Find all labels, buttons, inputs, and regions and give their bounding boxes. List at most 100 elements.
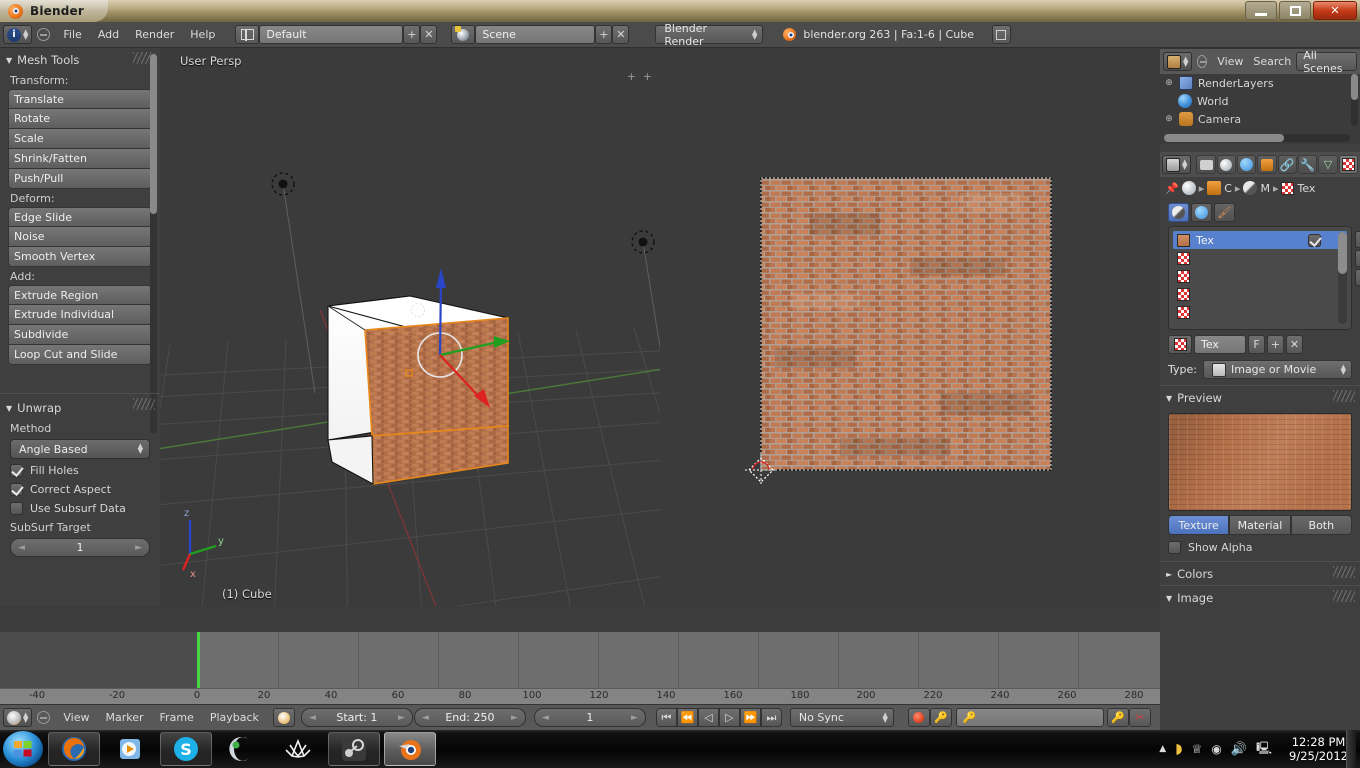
tool-loop-cut-and-slide[interactable]: Loop Cut and Slide <box>8 345 152 365</box>
tab-constraints[interactable]: 🔗 <box>1277 155 1298 174</box>
close-button[interactable]: ✕ <box>1313 1 1357 20</box>
move-slot-down-button[interactable]: ▼ <box>1355 250 1360 267</box>
timeline-menu-playback[interactable]: Playback <box>202 708 267 727</box>
toolshelf-scrollbar[interactable] <box>150 54 157 434</box>
tool-extrude-individual[interactable]: Extrude Individual <box>8 305 152 325</box>
timeline-menu-frame[interactable]: Frame <box>152 708 202 727</box>
panel-header-image[interactable]: ▼ Image <box>1160 586 1360 606</box>
outliner-menu-search[interactable]: Search <box>1248 52 1296 71</box>
correct-aspect-checkbox[interactable] <box>10 483 23 496</box>
taskbar-clock[interactable]: 12:28 PM 9/25/2012 <box>1281 735 1356 763</box>
checkbox-row-use-subsurf-data[interactable]: Use Subsurf Data <box>0 499 160 518</box>
tool-noise[interactable]: Noise <box>8 227 152 247</box>
tool-scale[interactable]: Scale <box>8 129 152 149</box>
firefox-taskbar-icon[interactable] <box>48 732 100 766</box>
moon-taskbar-icon[interactable] <box>216 732 268 766</box>
timeline-editor[interactable]: -40 -20 0 20 40 60 80 100 120 140 160 18… <box>0 606 1160 730</box>
texture-slot-enabled-checkbox[interactable] <box>1308 233 1321 247</box>
previous-keyframe-button[interactable]: ⏪ <box>676 708 698 727</box>
timeline-menu-marker[interactable]: Marker <box>98 708 152 727</box>
next-keyframe-button[interactable]: ⏩ <box>739 708 761 727</box>
outliner-display-mode-dropdown[interactable]: All Scenes <box>1296 49 1357 75</box>
insert-keyframe-button[interactable]: 🔑 <box>1106 708 1129 727</box>
tool-edge-slide[interactable]: Edge Slide <box>8 207 152 227</box>
crown-icon[interactable]: ♕ <box>1192 742 1203 756</box>
texture-slot-row[interactable] <box>1173 285 1347 303</box>
region-toggle-right-icon[interactable]: + <box>643 70 652 83</box>
tool-extrude-region[interactable]: Extrude Region <box>8 285 152 305</box>
expand-icon[interactable]: ⊕ <box>1164 114 1174 124</box>
end-frame-field[interactable]: ◄ End: 250 ► <box>413 708 526 727</box>
preview-mode-material[interactable]: Material <box>1229 515 1291 535</box>
collapse-menu-icon[interactable] <box>37 28 51 41</box>
checkbox-row-correct-aspect[interactable]: Correct Aspect <box>0 480 160 499</box>
pin-icon[interactable]: 📌 <box>1165 182 1179 195</box>
texture-list-scrollbar[interactable] <box>1338 232 1347 324</box>
outliner-vertical-scrollbar[interactable] <box>1351 74 1358 126</box>
tool-translate[interactable]: Translate <box>8 89 152 109</box>
chevron-left-icon[interactable]: ◄ <box>309 713 316 723</box>
texture-slot-row[interactable] <box>1173 303 1347 321</box>
notification-icon[interactable]: ◗ <box>1175 741 1182 757</box>
region-toggle-left-icon[interactable]: + <box>627 70 636 83</box>
use-preview-range-button[interactable] <box>272 708 295 727</box>
jump-to-end-button[interactable]: ⏭ <box>760 708 782 727</box>
minimize-button[interactable] <box>1245 1 1277 20</box>
lotus-taskbar-icon[interactable] <box>272 732 324 766</box>
preview-mode-texture[interactable]: Texture <box>1168 515 1230 535</box>
panel-header-preview[interactable]: ▼ Preview <box>1160 386 1360 409</box>
maximize-area-button[interactable] <box>991 25 1011 44</box>
texture-slot-row[interactable] <box>1173 267 1347 285</box>
scrollbar-thumb[interactable] <box>1164 134 1284 142</box>
delete-keyframe-button[interactable]: ✂ <box>1128 708 1151 727</box>
tab-world[interactable] <box>1237 155 1257 174</box>
editor-type-selector-info[interactable]: i ▲ ▼ <box>3 25 33 44</box>
tool-subdivide[interactable]: Subdivide <box>8 325 152 345</box>
network-icon[interactable]: 🖳 <box>1256 739 1272 760</box>
panel-header-mesh-tools[interactable]: ▼ Mesh Tools <box>0 48 160 71</box>
move-slot-up-button[interactable]: ▲ <box>1355 231 1360 248</box>
steam-tray-icon[interactable]: ◉ <box>1211 742 1221 756</box>
tool-rotate[interactable]: Rotate <box>8 109 152 129</box>
texture-context-material-tab[interactable] <box>1168 203 1189 222</box>
menu-file[interactable]: File <box>55 25 89 44</box>
keying-set-icon-button[interactable]: 🔑 <box>929 708 952 727</box>
editor-type-selector-timeline[interactable]: ▲ ▼ <box>3 708 33 727</box>
tool-push-pull[interactable]: Push/Pull <box>8 169 152 189</box>
uv-image-editor[interactable] <box>660 48 1160 606</box>
delete-scene-button[interactable]: ✕ <box>612 25 630 44</box>
chevron-right-icon[interactable]: ► <box>511 713 518 723</box>
current-frame-field[interactable]: ◄ 1 ► <box>533 708 646 727</box>
menu-add[interactable]: Add <box>90 25 127 44</box>
editor-type-selector-properties[interactable]: ▲ ▼ <box>1162 155 1192 174</box>
play-reverse-button[interactable]: ◁ <box>697 708 719 727</box>
outliner-item-world[interactable]: World <box>1160 92 1360 110</box>
active-keying-set-field[interactable]: 🔑 <box>955 708 1104 727</box>
timeline-playhead[interactable] <box>197 632 200 688</box>
screen-layout-field[interactable]: Default <box>259 25 404 44</box>
scrollbar-thumb[interactable] <box>1338 232 1347 274</box>
chevron-right-icon[interactable]: ► <box>135 543 142 553</box>
properties-editor[interactable]: ▲ ▼ 🔗 🔧 ▽ 📌 ▸ C ▸ M ▸ Tex 🖌 Tex Tex F + … <box>1160 152 1360 606</box>
preview-mode-both[interactable]: Both <box>1290 515 1352 535</box>
timeline-track-area[interactable] <box>0 632 1160 688</box>
auto-keyframe-button[interactable] <box>907 708 930 727</box>
tool-shrink-fatten[interactable]: Shrink/Fatten <box>8 149 152 169</box>
jump-to-start-button[interactable]: ⏮ <box>655 708 677 727</box>
panel-header-colors[interactable]: ► Colors <box>1160 562 1360 585</box>
tab-scene[interactable] <box>1216 155 1237 174</box>
breadcrumb-material[interactable]: M <box>1260 182 1270 195</box>
scene-icon[interactable] <box>451 25 476 44</box>
texture-context-world-tab[interactable] <box>1191 203 1212 222</box>
scene-name-field[interactable]: Scene <box>475 25 596 44</box>
skype-taskbar-icon[interactable]: S <box>160 732 212 766</box>
timeline-ruler[interactable]: -40 -20 0 20 40 60 80 100 120 140 160 18… <box>0 688 1160 704</box>
checkbox-row-fill-holes[interactable]: Fill Holes <box>0 461 160 480</box>
steam-taskbar-icon[interactable] <box>328 732 380 766</box>
render-engine-dropdown[interactable]: Blender Render ▲ ▼ <box>655 22 764 48</box>
use-subsurf-data-checkbox[interactable] <box>10 502 23 515</box>
outliner-item-renderlayers[interactable]: ⊕ RenderLayers <box>1160 74 1360 92</box>
tab-object[interactable] <box>1257 155 1277 174</box>
outliner-horizontal-scrollbar[interactable] <box>1164 134 1350 142</box>
sync-mode-dropdown[interactable]: No Sync ▲ ▼ <box>789 708 894 727</box>
